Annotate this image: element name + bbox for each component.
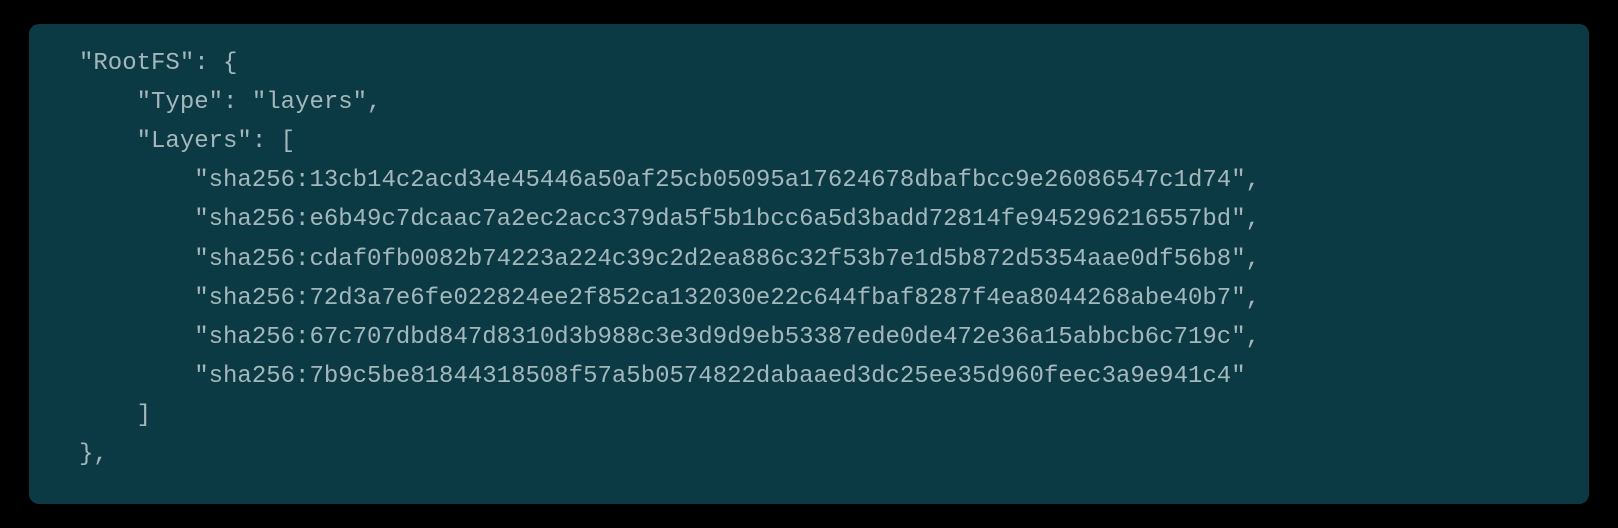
code-line-4: "sha256:e6b49c7dcaac7a2ec2acc379da5f5b1b… xyxy=(79,206,1260,233)
code-line-7: "sha256:67c707dbd847d8310d3b988c3e3d9d9e… xyxy=(79,324,1260,351)
code-line-5: "sha256:cdaf0fb0082b74223a224c39c2d2ea88… xyxy=(79,246,1260,273)
code-line-8: "sha256:7b9c5be81844318508f57a5b0574822d… xyxy=(79,363,1246,390)
code-line-0: "RootFS": { xyxy=(79,50,237,77)
code-block: "RootFS": { "Type": "layers", "Layers": … xyxy=(29,24,1589,504)
code-line-6: "sha256:72d3a7e6fe022824ee2f852ca132030e… xyxy=(79,285,1260,312)
code-line-9: ] xyxy=(79,402,151,429)
code-line-2: "Layers": [ xyxy=(79,128,295,155)
code-line-1: "Type": "layers", xyxy=(79,89,381,116)
code-content: "RootFS": { "Type": "layers", "Layers": … xyxy=(79,44,1589,474)
code-line-3: "sha256:13cb14c2acd34e45446a50af25cb0509… xyxy=(79,167,1260,194)
code-line-10: }, xyxy=(79,441,108,468)
